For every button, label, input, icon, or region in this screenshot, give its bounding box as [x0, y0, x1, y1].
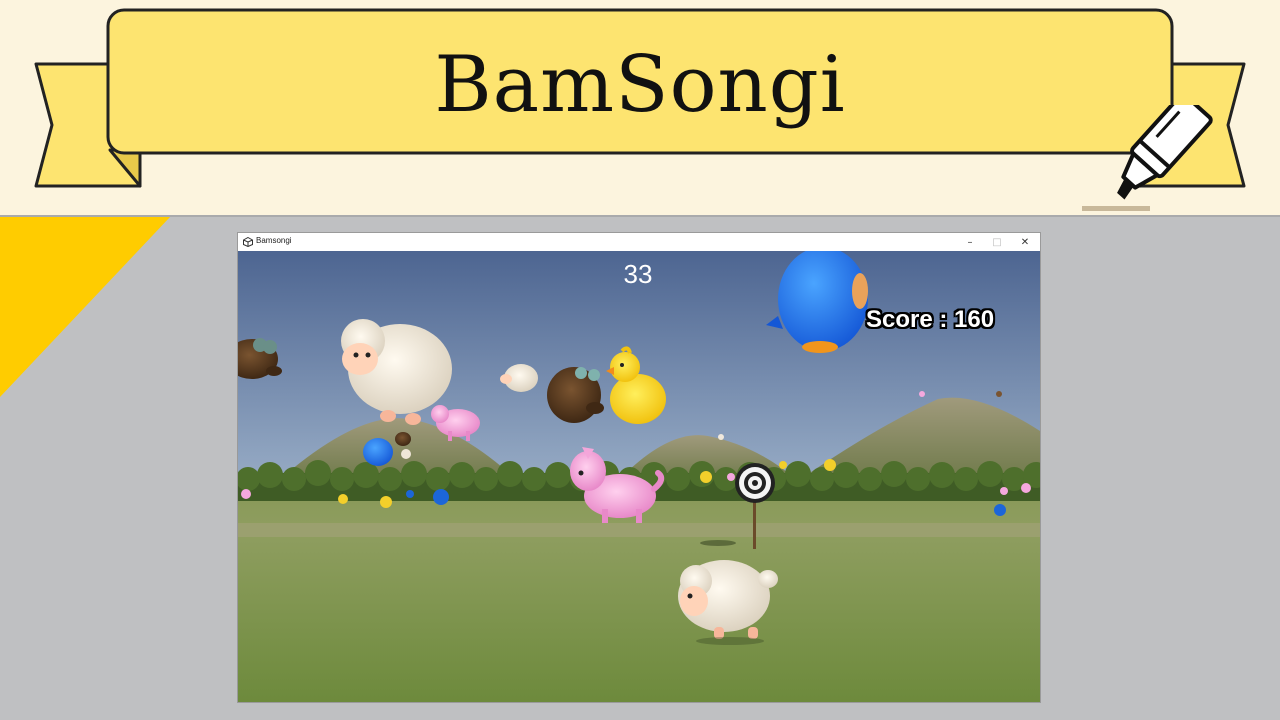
- close-button[interactable]: ✕: [1010, 233, 1040, 251]
- minimize-button[interactable]: –: [955, 233, 985, 251]
- page-title: BamSongi: [434, 40, 846, 130]
- dirt-path: [238, 523, 1040, 537]
- band-divider: [0, 215, 1280, 217]
- timer-display: 33: [623, 259, 653, 289]
- game-window: Bamsongi – □ ✕ 33 Score: 160: [237, 232, 1041, 703]
- maximize-button[interactable]: □: [982, 233, 1012, 251]
- game-viewport[interactable]: 33 Score : 160: [238, 251, 1040, 702]
- corner-accent: [0, 217, 170, 397]
- unity-app-icon: [243, 237, 253, 247]
- highlighter-pen-icon: [1082, 105, 1213, 211]
- score-display: Score : 160: [866, 306, 995, 333]
- window-title: Bamsongi: [256, 236, 292, 245]
- window-titlebar[interactable]: Bamsongi – □ ✕: [238, 233, 1040, 251]
- bear-left-edge: [238, 338, 282, 379]
